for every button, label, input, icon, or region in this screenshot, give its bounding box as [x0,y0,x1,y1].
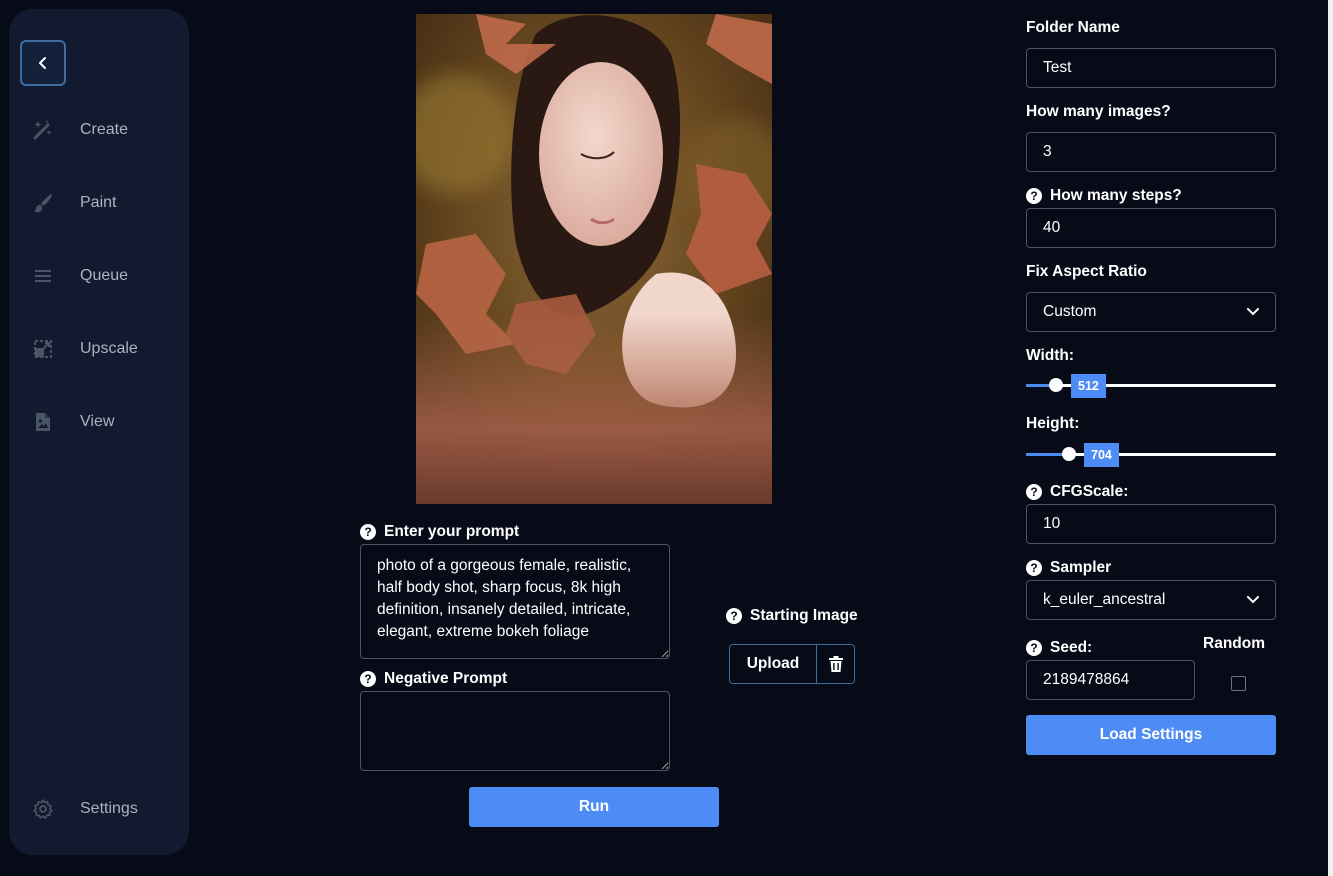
sidebar-item-label: Queue [80,267,129,284]
cfg-scale-label: ? CFGScale: [1026,483,1128,501]
chevron-down-icon [1247,308,1259,316]
cfg-scale-input[interactable] [1026,504,1276,544]
width-slider[interactable]: 512 [1026,373,1276,399]
folder-name-label: Folder Name [1026,19,1120,36]
slider-thumb[interactable] [1049,378,1063,392]
sampler-select[interactable]: k_euler_ancestral [1026,580,1276,620]
upscale-icon [31,337,55,361]
height-value-badge: 704 [1084,443,1119,467]
delete-image-button[interactable] [817,645,854,683]
image-file-icon [31,410,55,434]
aspect-ratio-label: Fix Aspect Ratio [1026,263,1147,280]
height-label: Height: [1026,415,1080,432]
sidebar-item-create[interactable]: Create [9,110,189,150]
list-icon [31,264,55,288]
gear-icon [31,797,55,821]
width-label: Width: [1026,347,1075,364]
sidebar-item-label: Upscale [80,340,138,357]
images-count-label: How many images? [1026,103,1171,120]
sidebar-item-upscale[interactable]: Upscale [9,329,189,369]
help-icon[interactable]: ? [1026,484,1042,500]
brush-icon [31,191,55,215]
generated-image [416,14,772,504]
images-count-input[interactable] [1026,132,1276,172]
slider-track [1026,384,1276,387]
steps-label: ? How many steps? [1026,187,1182,205]
folder-name-input[interactable] [1026,48,1276,88]
help-icon[interactable]: ? [360,671,376,687]
sidebar-item-label: View [80,413,115,430]
random-seed-checkbox[interactable] [1231,676,1246,691]
seed-label: ? Seed: [1026,639,1092,657]
height-slider[interactable]: 704 [1026,442,1276,468]
steps-input[interactable] [1026,208,1276,248]
sidebar: Create Paint Queue Upscale View Settings [9,9,189,855]
aspect-ratio-value: Custom [1043,303,1097,320]
page-scrollbar[interactable] [1328,0,1333,876]
sidebar-item-queue[interactable]: Queue [9,256,189,296]
help-icon[interactable]: ? [1026,640,1042,656]
collapse-sidebar-button[interactable] [20,40,66,86]
run-button[interactable]: Run [469,787,719,827]
help-icon[interactable]: ? [726,608,742,624]
prompt-label: ? Enter your prompt [360,523,519,541]
sidebar-item-settings[interactable]: Settings [9,789,189,829]
starting-image-controls: Upload [729,644,855,684]
random-label: Random [1203,635,1265,652]
sampler-value: k_euler_ancestral [1043,591,1166,608]
seed-input[interactable] [1026,660,1195,700]
negative-prompt-textarea[interactable] [360,691,670,771]
chevron-left-icon [39,57,46,69]
starting-image-label: ? Starting Image [726,607,858,625]
width-value-badge: 512 [1071,374,1106,398]
sidebar-item-view[interactable]: View [9,402,189,442]
trash-icon [828,656,843,672]
load-settings-button[interactable]: Load Settings [1026,715,1276,755]
sidebar-item-label: Paint [80,194,117,211]
sidebar-item-label: Settings [80,800,138,817]
help-icon[interactable]: ? [1026,188,1042,204]
aspect-ratio-select[interactable]: Custom [1026,292,1276,332]
negative-prompt-label: ? Negative Prompt [360,670,507,688]
slider-thumb[interactable] [1062,447,1076,461]
help-icon[interactable]: ? [360,524,376,540]
upload-button[interactable]: Upload [730,645,817,683]
help-icon[interactable]: ? [1026,560,1042,576]
magic-wand-icon [31,118,55,142]
sampler-label: ? Sampler [1026,559,1111,577]
sidebar-item-paint[interactable]: Paint [9,183,189,223]
sidebar-item-label: Create [80,121,129,138]
prompt-textarea[interactable]: photo of a gorgeous female, realistic, h… [360,544,670,659]
chevron-down-icon [1247,596,1259,604]
